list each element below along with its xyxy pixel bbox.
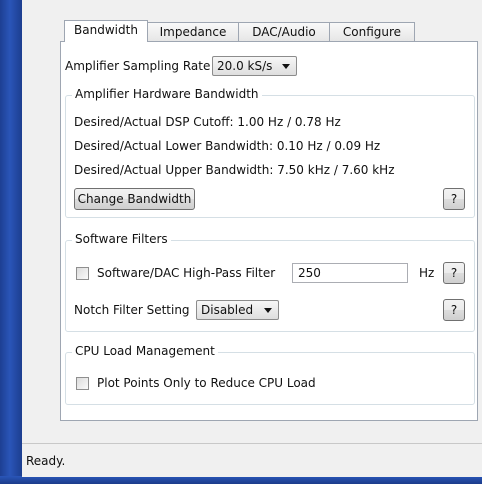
- highpass-filter-checkbox[interactable]: [76, 267, 89, 280]
- highpass-filter-label: Software/DAC High-Pass Filter: [97, 266, 276, 280]
- dsp-cutoff-text: Desired/Actual DSP Cutoff: 1.00 Hz / 0.7…: [74, 115, 341, 129]
- sampling-rate-dropdown[interactable]: 20.0 kS/s: [212, 56, 297, 76]
- bandwidth-tab-page: Amplifier Sampling Rate 20.0 kS/s Amplif…: [60, 41, 478, 421]
- sampling-rate-label: Amplifier Sampling Rate: [65, 59, 211, 73]
- notch-filter-label: Notch Filter Setting: [74, 303, 190, 317]
- plot-points-label: Plot Points Only to Reduce CPU Load: [97, 376, 316, 390]
- highpass-frequency-input[interactable]: 250: [292, 263, 408, 283]
- hardware-bandwidth-group: Amplifier Hardware Bandwidth Desired/Act…: [65, 87, 475, 218]
- status-bar: Ready.: [22, 443, 482, 477]
- lower-bandwidth-text: Desired/Actual Lower Bandwidth: 0.10 Hz …: [74, 139, 381, 153]
- notch-help-button[interactable]: ?: [443, 299, 465, 321]
- chevron-down-icon: [282, 64, 290, 69]
- desktop-frame-left: [0, 0, 22, 478]
- software-filters-title: Software Filters: [72, 232, 171, 246]
- notch-filter-value: Disabled: [201, 303, 254, 317]
- cpu-load-title: CPU Load Management: [72, 344, 218, 358]
- highpass-help-button[interactable]: ?: [443, 262, 465, 284]
- upper-bandwidth-text: Desired/Actual Upper Bandwidth: 7.50 kHz…: [74, 163, 395, 177]
- tab-dac-audio[interactable]: DAC/Audio: [238, 22, 330, 41]
- bandwidth-help-button[interactable]: ?: [443, 188, 465, 210]
- tab-configure[interactable]: Configure: [329, 22, 415, 41]
- change-bandwidth-button[interactable]: Change Bandwidth: [74, 188, 195, 210]
- notch-filter-dropdown[interactable]: Disabled: [196, 300, 279, 320]
- status-text: Ready.: [26, 454, 66, 468]
- plot-points-checkbox[interactable]: [76, 377, 89, 390]
- hardware-bandwidth-title: Amplifier Hardware Bandwidth: [72, 87, 262, 101]
- tab-panel-area: Bandwidth Impedance DAC/Audio Configure …: [34, 0, 482, 430]
- main-window: Bandwidth Impedance DAC/Audio Configure …: [22, 0, 482, 477]
- highpass-unit-label: Hz: [419, 266, 435, 280]
- sampling-rate-value: 20.0 kS/s: [217, 59, 273, 73]
- cpu-load-group: CPU Load Management Plot Points Only to …: [65, 344, 475, 405]
- tab-impedance[interactable]: Impedance: [147, 22, 239, 41]
- software-filters-group: Software Filters Software/DAC High-Pass …: [65, 232, 475, 332]
- desktop-frame-bottom: [0, 476, 482, 484]
- tab-bandwidth[interactable]: Bandwidth: [64, 20, 148, 42]
- chevron-down-icon: [264, 308, 272, 313]
